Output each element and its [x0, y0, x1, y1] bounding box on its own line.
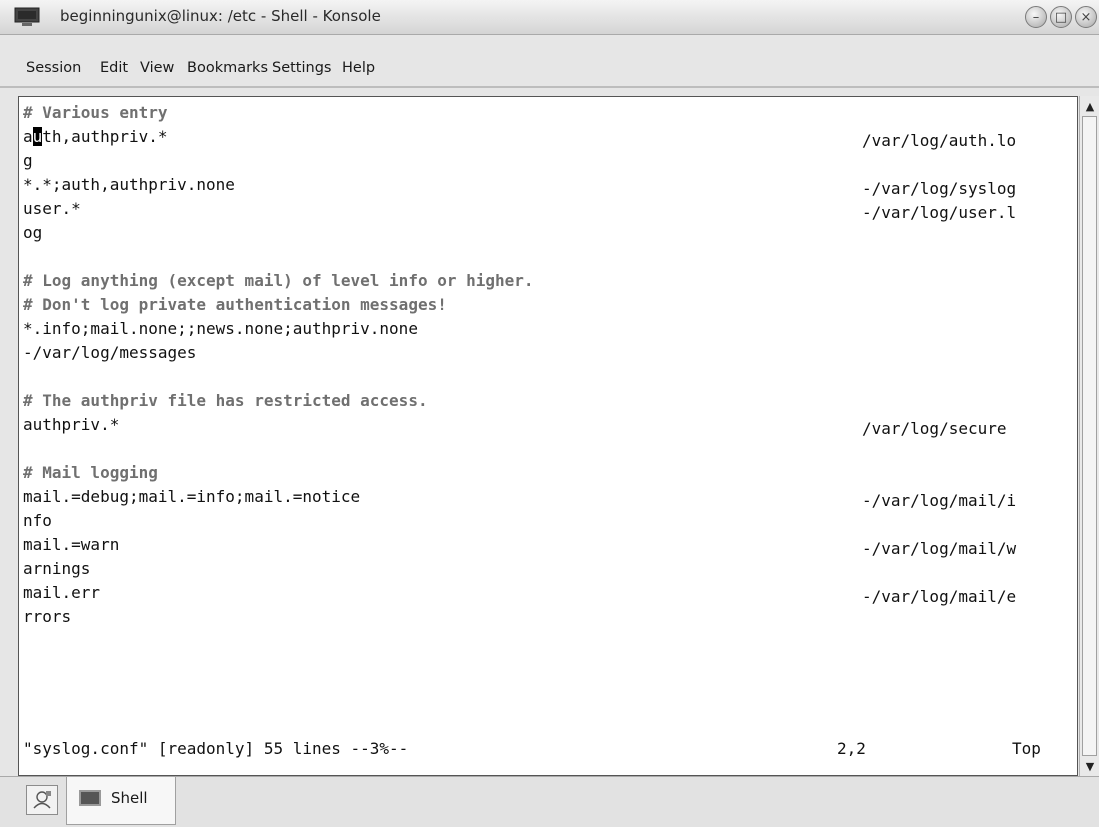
menu-settings[interactable]: Settings [272, 60, 331, 76]
terminal-line-right: -/var/log/user.l [862, 203, 1017, 222]
new-session-button[interactable] [26, 785, 58, 815]
terminal-line: # Mail logging [23, 463, 158, 482]
terminal-line: mail.=debug;mail.=info;mail.=notice [23, 487, 361, 506]
close-icon: × [1080, 9, 1092, 25]
terminal-line: user.* [23, 199, 81, 218]
terminal-line: authpriv.* [23, 415, 120, 434]
maximize-button[interactable]: □ [1050, 6, 1072, 28]
terminal-line: arnings [23, 559, 91, 578]
terminal-line: auth,authpriv.* [23, 125, 168, 149]
terminal-line-right: /var/log/secure [862, 419, 1007, 438]
terminal-line: nfo [23, 511, 52, 530]
scroll-thumb[interactable] [1082, 116, 1097, 756]
terminal-line-right: -/var/log/mail/w [862, 539, 1017, 558]
menu-session[interactable]: Session [26, 60, 81, 76]
vim-status-scroll: Top [1012, 739, 1041, 758]
maximize-icon: □ [1054, 9, 1068, 25]
menu-separator [0, 86, 1099, 88]
vim-status-position: 2,2 [837, 739, 866, 758]
tab-label: Shell [111, 789, 148, 807]
scroll-up-icon[interactable]: ▲ [1082, 98, 1098, 114]
terminal-line: # The authpriv file has restricted acces… [23, 391, 428, 410]
terminal-area[interactable]: # Various entry auth,authpriv.* /var/log… [18, 96, 1078, 776]
terminal-line: rrors [23, 607, 72, 626]
terminal-line: # Don't log private authentication messa… [23, 295, 447, 314]
line-text-after-cursor: th,authpriv.* [42, 127, 168, 146]
terminal-line: *.info;mail.none;;news.none;authpriv.non… [23, 319, 418, 338]
terminal-line-right: -/var/log/mail/i [862, 491, 1017, 510]
terminal-icon [14, 7, 40, 26]
menu-edit[interactable]: Edit [100, 60, 128, 76]
terminal-line-right: /var/log/auth.lo [862, 131, 1017, 150]
terminal-line: -/var/log/messages [23, 343, 197, 362]
terminal-line: *.*;auth,authpriv.none [23, 175, 235, 194]
scroll-down-icon[interactable]: ▼ [1082, 758, 1098, 774]
terminal-line-right: -/var/log/mail/e [862, 587, 1017, 606]
close-button[interactable]: × [1075, 6, 1097, 28]
terminal-line: g [23, 151, 33, 170]
terminal-line: mail.=warn [23, 535, 120, 554]
title-bar[interactable]: beginningunix@linux: /etc - Shell - Kons… [0, 0, 1099, 35]
line-text-before-cursor: a [23, 127, 33, 146]
terminal-line: mail.err [23, 583, 101, 602]
text-cursor: u [32, 127, 43, 146]
menu-help[interactable]: Help [342, 60, 375, 76]
new-session-icon [33, 791, 51, 809]
terminal-line-right: -/var/log/syslog [862, 179, 1017, 198]
tab-shell[interactable]: Shell [66, 777, 176, 825]
vim-status-file: "syslog.conf" [readonly] 55 lines --3%-- [23, 739, 409, 758]
menu-view[interactable]: View [140, 60, 174, 76]
terminal-icon [79, 790, 101, 806]
tab-bar: Shell [0, 776, 1099, 827]
minimize-button[interactable]: – [1025, 6, 1047, 28]
terminal-line: # Log anything (except mail) of level in… [23, 271, 534, 290]
konsole-window: beginningunix@linux: /etc - Shell - Kons… [0, 0, 1099, 827]
terminal-line: # Various entry [23, 103, 168, 122]
vertical-scrollbar[interactable]: ▲ ▼ [1079, 96, 1099, 776]
menu-bookmarks[interactable]: Bookmarks [187, 60, 268, 76]
menu-bar: Session Edit View Bookmarks Settings Hel… [0, 54, 1099, 84]
window-title: beginningunix@linux: /etc - Shell - Kons… [60, 7, 381, 25]
minimize-icon: – [1032, 9, 1040, 25]
terminal-line: og [23, 223, 43, 242]
